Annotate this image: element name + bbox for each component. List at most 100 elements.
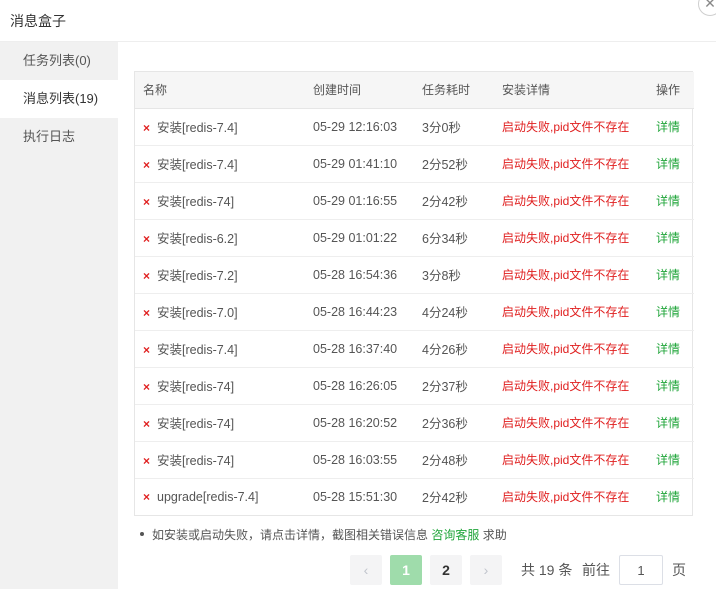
fail-reason: 启动失败,pid文件不存在 <box>502 268 630 282</box>
task-name: 安装[redis-7.4] <box>157 121 238 135</box>
row-name-cell: × 安装[redis-7.0] <box>135 293 307 331</box>
task-name: 安装[redis-7.0] <box>157 306 238 320</box>
task-name: 安装[redis-74] <box>157 417 235 431</box>
created-time: 05-29 12:16:03 <box>307 108 416 146</box>
op-cell: 详情 <box>650 441 694 479</box>
op-cell: 详情 <box>650 182 694 220</box>
created-time: 05-28 16:03:55 <box>307 441 416 479</box>
op-cell: 详情 <box>650 256 694 294</box>
row-name-cell: × 安装[redis-7.4] <box>135 145 307 183</box>
op-cell: 详情 <box>650 478 694 515</box>
fail-reason: 启动失败,pid文件不存在 <box>502 416 630 430</box>
task-name: 安装[redis-7.4] <box>157 158 238 172</box>
task-duration: 2分52秒 <box>416 145 496 183</box>
created-time: 05-28 16:20:52 <box>307 404 416 442</box>
task-name: 安装[redis-7.2] <box>157 269 238 283</box>
page-2-button[interactable]: 2 <box>430 555 462 585</box>
created-time: 05-28 16:54:36 <box>307 256 416 294</box>
detail-link[interactable]: 详情 <box>656 305 680 319</box>
sidebar-item-execution-log[interactable]: 执行日志 <box>0 118 118 156</box>
task-name: 安装[redis-74] <box>157 380 235 394</box>
task-name: 安装[redis-74] <box>157 195 235 209</box>
task-duration: 2分48秒 <box>416 441 496 479</box>
task-duration: 6分34秒 <box>416 219 496 257</box>
table-row: × 安装[redis-7.4] 05-28 16:37:40 4分26秒 启动失败,pi… <box>135 330 694 368</box>
detail-link[interactable]: 详情 <box>656 453 680 467</box>
detail-link[interactable]: 详情 <box>656 416 680 430</box>
op-cell: 详情 <box>650 404 694 442</box>
install-detail: 启动失败,pid文件不存在 <box>496 108 650 146</box>
table-row: × 安装[redis-74] 05-28 16:20:52 2分36秒 启动失败,pid… <box>135 404 694 442</box>
fail-x-icon: × <box>143 158 151 172</box>
task-name: 安装[redis-74] <box>157 454 235 468</box>
op-cell: 详情 <box>650 293 694 331</box>
op-cell: 详情 <box>650 330 694 368</box>
detail-link[interactable]: 详情 <box>656 194 680 208</box>
task-duration: 4分26秒 <box>416 330 496 368</box>
task-duration: 3分0秒 <box>416 108 496 146</box>
main-panel: 名称 创建时间 任务耗时 安装详情 操作 × 安装[redis-7.4] 05-29… <box>118 42 716 589</box>
dialog-title: 消息盒子 <box>10 13 66 29</box>
table-row: × 安装[redis-74] 05-29 01:16:55 2分42秒 启动失败,pid… <box>135 182 694 220</box>
table-row: × upgrade[redis-7.4] 05-28 15:51:30 2分42秒 启动… <box>135 478 694 515</box>
goto-label: 前往 <box>582 562 610 578</box>
header-op: 操作 <box>650 72 694 109</box>
fail-x-icon: × <box>143 269 151 283</box>
row-name-cell: × upgrade[redis-7.4] <box>135 478 307 515</box>
table-row: × 安装[redis-74] 05-28 16:26:05 2分37秒 启动失败,pid… <box>135 367 694 405</box>
task-duration: 2分42秒 <box>422 491 468 506</box>
next-page-button[interactable]: › <box>470 555 502 585</box>
install-detail: 启动失败,pid文件不存在 <box>496 182 650 220</box>
fail-x-icon: × <box>143 454 151 468</box>
fail-reason: 启动失败,pid文件不存在 <box>502 194 630 208</box>
message-table: 名称 创建时间 任务耗时 安装详情 操作 × 安装[redis-7.4] 05-29… <box>134 71 694 516</box>
table-row: × 安装[redis-7.0] 05-28 16:44:23 4分24秒 启动失败,pi… <box>135 293 694 331</box>
task-duration: 2分42秒 <box>416 182 496 220</box>
detail-link[interactable]: 详情 <box>656 268 680 282</box>
row-name-cell: × 安装[redis-74] <box>135 404 307 442</box>
row-name-cell: × 安装[redis-7.4] <box>135 108 307 146</box>
op-cell: 详情 <box>650 108 694 146</box>
detail-link[interactable]: 详情 <box>656 231 680 245</box>
fail-x-icon: × <box>143 489 151 504</box>
row-name-cell: × 安装[redis-74] <box>135 367 307 405</box>
created-time: 05-28 16:37:40 <box>307 330 416 368</box>
detail-link[interactable]: 详情 <box>656 157 680 171</box>
fail-x-icon: × <box>143 343 151 357</box>
task-name: upgrade[redis-7.4] <box>157 489 259 504</box>
created-time: 05-29 01:01:22 <box>307 219 416 257</box>
header-name: 名称 <box>135 72 307 109</box>
fail-x-icon: × <box>143 195 151 209</box>
prev-page-button[interactable]: ‹ <box>350 555 382 585</box>
table-row: × 安装[redis-7.4] 05-29 12:16:03 3分0秒 启动失败,pid… <box>135 108 694 146</box>
detail-link[interactable]: 详情 <box>656 120 680 134</box>
sidebar-item-message-list[interactable]: 消息列表(19) <box>0 80 118 118</box>
table-row: × 安装[redis-6.2] 05-29 01:01:22 6分34秒 启动失败,pi… <box>135 219 694 257</box>
fail-x-icon: × <box>143 380 151 394</box>
table-row: × 安装[redis-74] 05-28 16:03:55 2分48秒 启动失败,pid… <box>135 441 694 479</box>
install-detail: 启动失败,pid文件不存在 <box>496 256 650 294</box>
page-1-button[interactable]: 1 <box>390 555 422 585</box>
sidebar-item-task-list[interactable]: 任务列表(0) <box>0 42 118 80</box>
task-duration: 4分24秒 <box>416 293 496 331</box>
detail-link[interactable]: 详情 <box>656 379 680 393</box>
page-suffix: 页 <box>672 562 686 578</box>
install-detail: 启动失败,pid文件不存在 <box>496 330 650 368</box>
help-tip: 如安装或启动失败，请点击详情，截图相关错误信息 咨询客服 求助 <box>140 526 507 543</box>
fail-x-icon: × <box>143 121 151 135</box>
tip-text: 如安装或启动失败，请点击详情，截图相关错误信息 <box>152 528 429 542</box>
contact-support-link[interactable]: 咨询客服 <box>431 528 479 542</box>
created-time: 05-28 16:26:05 <box>307 367 416 405</box>
detail-link[interactable]: 详情 <box>656 490 680 504</box>
goto-page-input[interactable] <box>619 555 663 585</box>
detail-link[interactable]: 详情 <box>656 342 680 356</box>
op-cell: 详情 <box>650 219 694 257</box>
fail-reason: 启动失败,pid文件不存在 <box>502 120 630 134</box>
task-duration: 2分36秒 <box>416 404 496 442</box>
created-time: 05-29 01:41:10 <box>307 145 416 183</box>
tip-suffix: 求助 <box>482 528 507 542</box>
task-duration: 3分8秒 <box>416 256 496 294</box>
install-detail: 启动失败,pid文件不存在 <box>496 367 650 405</box>
table-header-row: 名称 创建时间 任务耗时 安装详情 操作 <box>135 72 694 109</box>
install-detail: 启动失败,pid文件不存在 <box>496 219 650 257</box>
